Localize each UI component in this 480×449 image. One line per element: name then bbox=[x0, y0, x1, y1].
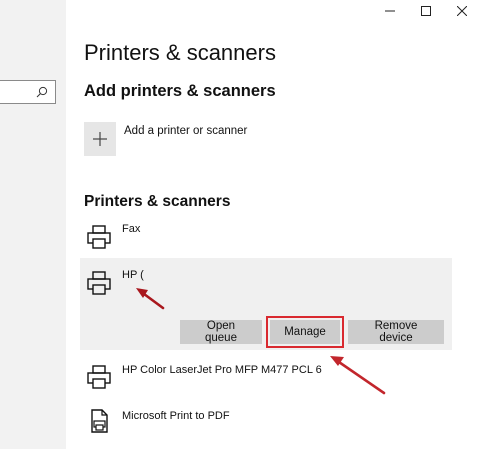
printer-icon bbox=[87, 271, 111, 295]
window-controls bbox=[372, 0, 480, 22]
manage-button[interactable]: Manage bbox=[266, 316, 344, 348]
remove-device-button[interactable]: Remove device bbox=[348, 320, 444, 344]
add-printer-button[interactable] bbox=[84, 122, 116, 156]
plus-icon bbox=[93, 132, 107, 146]
settings-main-pane: Printers & scanners Add printers & scann… bbox=[66, 0, 480, 449]
close-icon bbox=[457, 6, 467, 16]
printer-name: Fax bbox=[122, 223, 141, 235]
printer-list-item-selected[interactable]: HP ( Open queue Manage Remove device bbox=[80, 258, 452, 350]
pdf-printer-icon bbox=[91, 409, 108, 433]
printer-icon bbox=[87, 225, 111, 249]
search-input[interactable] bbox=[0, 80, 56, 104]
maximize-icon bbox=[421, 6, 431, 16]
page-title: Printers & scanners bbox=[84, 40, 276, 65]
maximize-button[interactable] bbox=[408, 0, 444, 22]
printer-list-item[interactable]: Microsoft Print to PDF bbox=[80, 400, 452, 444]
minimize-button[interactable] bbox=[372, 0, 408, 22]
printers-list-heading: Printers & scanners bbox=[84, 193, 231, 210]
search-icon bbox=[36, 86, 48, 98]
add-printers-heading: Add printers & scanners bbox=[84, 82, 276, 100]
printer-list-item[interactable]: HP Color LaserJet Pro MFP M477 PCL 6 bbox=[80, 356, 452, 396]
printer-icon bbox=[87, 365, 111, 389]
add-printer-label[interactable]: Add a printer or scanner bbox=[124, 125, 247, 137]
printer-name: HP Color LaserJet Pro MFP M477 PCL 6 bbox=[122, 364, 322, 376]
printer-name: Microsoft Print to PDF bbox=[122, 410, 230, 422]
printer-list-item[interactable]: Fax bbox=[80, 218, 452, 254]
close-button[interactable] bbox=[444, 0, 480, 22]
left-navigation-pane bbox=[0, 0, 66, 449]
printer-name: HP ( bbox=[122, 269, 144, 281]
minimize-icon bbox=[385, 10, 395, 12]
open-queue-button[interactable]: Open queue bbox=[180, 320, 262, 344]
printer-actions: Open queue Manage Remove device bbox=[180, 316, 444, 348]
